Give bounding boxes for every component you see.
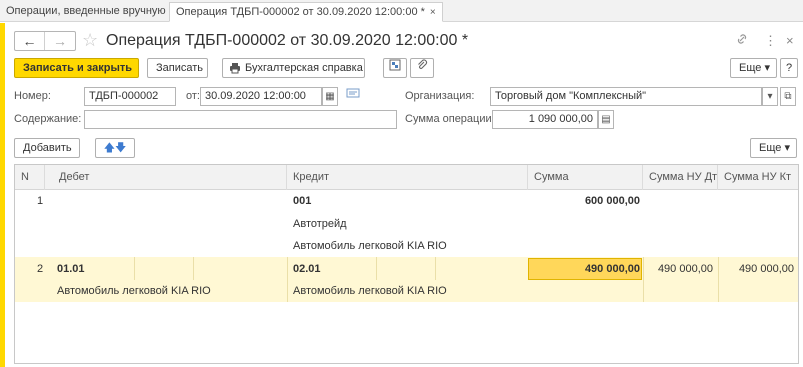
document-header: ← → ☆ Операция ТДБП-000002 от 30.09.2020… <box>14 28 799 54</box>
column-header-debit[interactable]: Дебет <box>45 165 287 190</box>
help-button[interactable]: ? <box>780 58 798 78</box>
cell-divider <box>376 257 377 280</box>
row-number: 1 <box>37 195 44 207</box>
credit-subconto: Автотрейд <box>293 218 347 230</box>
column-header-n[interactable]: N <box>15 165 45 190</box>
save-button[interactable]: Записать <box>147 58 208 78</box>
credit-account: 001 <box>293 195 312 207</box>
move-up-icon[interactable]: 🡅 <box>104 142 115 154</box>
column-header-sum[interactable]: Сумма <box>528 165 643 190</box>
forward-arrow-icon[interactable]: → <box>45 32 75 50</box>
accounting-report-label: Бухгалтерская справка <box>245 62 363 74</box>
accounting-report-button[interactable]: Бухгалтерская справка <box>222 58 365 78</box>
debit-account: 01.01 <box>57 263 85 275</box>
cell-divider <box>134 257 135 280</box>
link-icon[interactable] <box>736 32 748 51</box>
operation-sum-label: Сумма операции: <box>405 113 495 125</box>
printer-icon <box>229 59 241 77</box>
number-label: Номер: <box>14 90 51 102</box>
tab-manual-operations[interactable]: Операции, введенные вручную× <box>0 2 183 22</box>
structure-icon[interactable] <box>383 58 407 78</box>
open-link-icon[interactable]: ⧉ <box>780 87 796 106</box>
row-sum[interactable]: 490 000,00 <box>528 260 640 278</box>
accent-bar <box>0 23 5 367</box>
number-field[interactable]: ТДБП-000002 <box>84 87 176 106</box>
navigation-buttons: ← → <box>14 31 76 51</box>
organization-label: Организация: <box>405 90 475 102</box>
debit-subconto: Автомобиль легковой KIA RIO <box>57 285 211 297</box>
row-sum-nu-dt: 490 000,00 <box>657 263 713 275</box>
save-and-close-button[interactable]: Записать и закрыть <box>14 58 139 78</box>
dropdown-icon[interactable]: ▾ <box>762 87 778 106</box>
back-arrow-icon[interactable]: ← <box>15 32 45 50</box>
cell-divider <box>193 257 194 280</box>
column-header-sum-nu-kt[interactable]: Сумма НУ Кт <box>718 165 798 190</box>
close-tab-icon[interactable]: × <box>430 7 436 18</box>
close-icon[interactable]: × <box>786 32 794 50</box>
more-button[interactable]: Еще ▾ <box>730 58 777 78</box>
content-label: Содержание: <box>14 113 82 125</box>
table-header: N Дебет Кредит Сумма Сумма НУ Дт Сумма Н… <box>15 165 798 190</box>
page-title: Операция ТДБП-000002 от 30.09.2020 12:00… <box>106 32 469 49</box>
tab-label: Операция ТДБП-000002 от 30.09.2020 12:00… <box>176 6 425 18</box>
entries-table: N Дебет Кредит Сумма Сумма НУ Дт Сумма Н… <box>14 164 799 364</box>
calendar-icon[interactable]: ▦ <box>322 87 338 106</box>
column-header-sum-nu-dt[interactable]: Сумма НУ Дт <box>643 165 718 190</box>
attachment-icon[interactable] <box>410 58 434 78</box>
move-buttons: 🡅🡇 <box>95 138 135 158</box>
operation-sum-field[interactable]: 1 090 000,00 <box>492 110 598 129</box>
add-button[interactable]: Добавить <box>14 138 80 158</box>
row-sum: 600 000,00 <box>584 195 640 207</box>
tab-operation[interactable]: Операция ТДБП-000002 от 30.09.2020 12:00… <box>169 2 443 22</box>
calculator-icon[interactable]: ▤ <box>598 110 614 129</box>
tab-bar: Операции, введенные вручную× Операция ТД… <box>0 0 803 22</box>
organization-field[interactable]: Торговый дом "Комплексный" <box>490 87 762 106</box>
more-menu-icon[interactable]: ⋮ <box>764 32 777 50</box>
credit-subconto: Автомобиль легковой KIA RIO <box>293 240 447 252</box>
date-label: от: <box>186 90 200 102</box>
favorite-star-icon[interactable]: ☆ <box>82 29 98 51</box>
column-header-credit[interactable]: Кредит <box>287 165 528 190</box>
cell-divider <box>287 257 288 302</box>
content-field[interactable] <box>84 110 397 129</box>
row-sum-nu-kt: 490 000,00 <box>738 263 794 275</box>
cell-divider <box>435 257 436 280</box>
row-number: 2 <box>37 263 44 275</box>
credit-subconto: Автомобиль легковой KIA RIO <box>293 285 447 297</box>
move-down-icon[interactable]: 🡇 <box>115 142 126 154</box>
tab-label: Операции, введенные вручную <box>6 5 166 17</box>
date-field[interactable]: 30.09.2020 12:00:00 <box>200 87 322 106</box>
notes-icon[interactable] <box>346 86 360 106</box>
credit-account: 02.01 <box>293 263 321 275</box>
table-more-button[interactable]: Еще ▾ <box>750 138 797 158</box>
